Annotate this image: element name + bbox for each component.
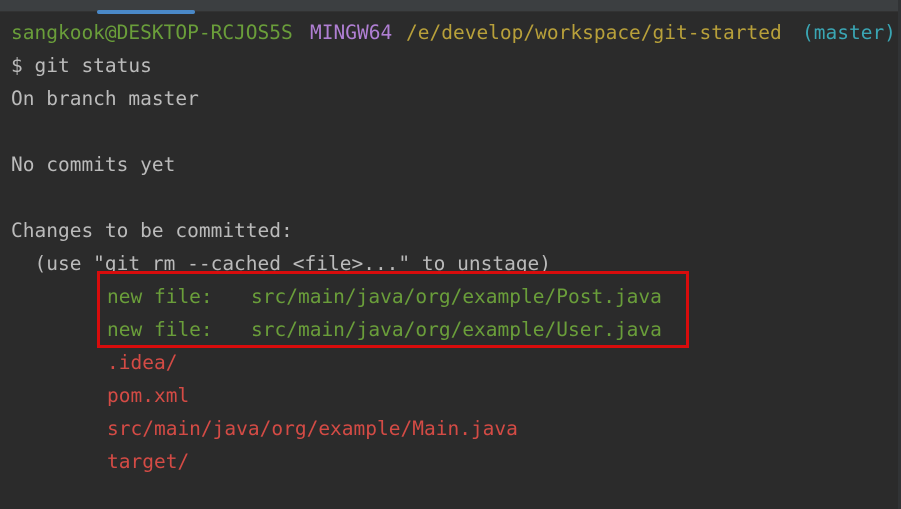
unstage-hint-text: (use "git rm --cached <file>..." to unst… xyxy=(11,252,552,275)
output-line: On branch master xyxy=(0,82,901,115)
staged-file-status: new file: xyxy=(107,318,213,341)
tab-terminal[interactable]: Terminal xyxy=(12,0,67,11)
untracked-file-row: target/ xyxy=(0,445,901,478)
changes-header-text: Changes to be committed: xyxy=(11,219,293,242)
staged-file-status: new file: xyxy=(107,285,213,308)
prompt-user-host: sangkook@DESKTOP-RCJOS5S xyxy=(11,21,293,44)
output-line: No commits yet xyxy=(0,148,901,181)
output-line: (use "git rm --cached <file>..." to unst… xyxy=(0,247,901,280)
prompt-shell: MINGW64 xyxy=(310,21,393,44)
staged-file-path: src/main/java/org/example/User.java xyxy=(251,318,662,341)
staged-file-path: src/main/java/org/example/Post.java xyxy=(251,285,662,308)
on-branch-text: On branch master xyxy=(11,87,199,110)
prompt-path: /e/develop/workspace/git-started xyxy=(406,21,782,44)
untracked-file-row: .idea/ xyxy=(0,346,901,379)
staged-file-row: new file: src/main/java/org/example/Post… xyxy=(0,280,901,313)
untracked-file-path: pom.xml xyxy=(107,384,190,407)
command-line: $ git status xyxy=(0,49,901,82)
active-tab-indicator xyxy=(97,10,195,14)
untracked-file-path: src/main/java/org/example/Main.java xyxy=(107,417,518,440)
untracked-file-path: target/ xyxy=(107,450,190,473)
no-commits-text: No commits yet xyxy=(11,153,176,176)
prompt-line: sangkook@DESKTOP-RCJOS5S MINGW64 /e/deve… xyxy=(0,16,901,49)
command-text: $ git status xyxy=(11,54,152,77)
untracked-file-row: src/main/java/org/example/Main.java xyxy=(0,412,901,445)
untracked-file-row: pom.xml xyxy=(0,379,901,412)
untracked-file-path: .idea/ xyxy=(107,351,178,374)
staged-file-row: new file: src/main/java/org/example/User… xyxy=(0,313,901,346)
terminal-window[interactable]: Terminal Local sangkook@DESKTOP-RCJOS5S … xyxy=(0,0,901,509)
output-line: Changes to be committed: xyxy=(0,214,901,247)
prompt-branch: (master) xyxy=(802,21,896,44)
terminal-output[interactable]: sangkook@DESKTOP-RCJOS5S MINGW64 /e/deve… xyxy=(0,16,901,478)
